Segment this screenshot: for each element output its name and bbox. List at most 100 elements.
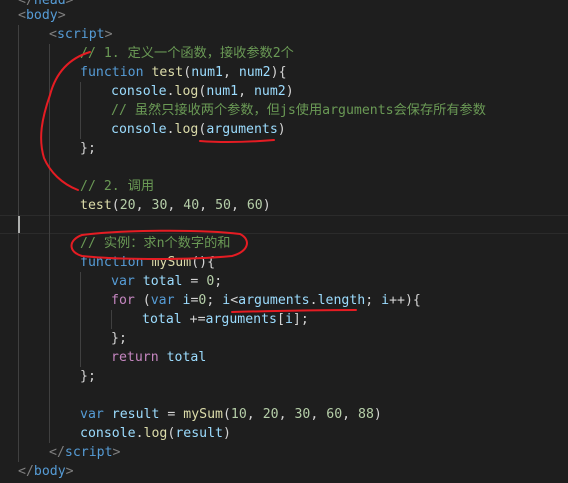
code-token: 50 <box>215 198 231 213</box>
annotation-underline-arguments <box>199 139 275 144</box>
code-token: 88 <box>358 407 374 422</box>
code-editor[interactable]: </head> <body> <script>// 1. 定义一个函数，接收参数2个… <box>0 0 568 483</box>
code-token: var <box>150 293 175 308</box>
code-token: < <box>230 293 239 308</box>
code-token: ; <box>206 293 223 308</box>
code-token: 60 <box>326 407 343 422</box>
code-token: result <box>111 407 160 422</box>
code-token: . <box>166 122 175 137</box>
code-token: num2 <box>253 84 286 99</box>
code-token: (){ <box>191 255 216 270</box>
code-token: // 2. 调用 <box>80 179 155 194</box>
indent-guide <box>111 310 112 329</box>
code-line[interactable]: function mySum(){ <box>80 253 215 272</box>
code-token: 10 <box>230 407 247 422</box>
code-token: test <box>80 198 112 213</box>
code-line[interactable]: for (var i=0; i<arguments.length; i++){ <box>111 291 421 310</box>
code-token: body <box>33 464 66 479</box>
code-token: script <box>64 445 113 460</box>
code-token: mySum <box>183 407 223 422</box>
code-token: > <box>104 27 113 42</box>
indent-guide <box>80 82 81 139</box>
code-line[interactable]: total +=arguments[i]; <box>142 310 309 329</box>
code-line[interactable]: </script> <box>49 443 120 462</box>
code-token: total <box>166 350 207 365</box>
code-token: , <box>238 84 254 99</box>
code-token: [ <box>277 312 285 327</box>
code-line[interactable]: }; <box>80 139 96 158</box>
code-line[interactable]: var total = 0; <box>111 272 222 291</box>
code-line[interactable]: // 虽然只接收两个参数，但js使用arguments会保存所有参数 <box>111 101 486 120</box>
code-token: . <box>135 426 144 441</box>
code-token: i <box>381 293 390 308</box>
code-line[interactable]: console.log(result) <box>80 424 231 443</box>
code-line[interactable]: }; <box>111 329 127 348</box>
code-line[interactable]: // 1. 定义一个函数，接收参数2个 <box>80 44 294 63</box>
code-token: ( <box>222 407 231 422</box>
code-token: function <box>80 255 144 270</box>
code-token: log <box>143 426 168 441</box>
code-token: function <box>80 65 144 80</box>
code-line[interactable]: // 2. 调用 <box>80 177 154 196</box>
code-line[interactable]: return total <box>111 348 206 367</box>
code-token: ( <box>183 65 192 80</box>
code-token: num1 <box>206 84 239 99</box>
code-token: , <box>199 198 216 213</box>
code-token: < <box>18 8 26 23</box>
code-token: mySum <box>151 255 192 270</box>
code-token: num1 <box>191 65 223 80</box>
code-token: ( <box>134 293 151 308</box>
code-token: ++){ <box>389 293 421 308</box>
code-line[interactable]: test(20, 30, 40, 50, 60) <box>80 196 271 215</box>
code-line[interactable]: var result = mySum(10, 20, 30, 60, 88) <box>80 405 382 424</box>
code-token: }; <box>111 331 127 346</box>
code-token: , <box>222 65 239 80</box>
current-line-highlight <box>0 215 568 234</box>
code-token: </ <box>49 445 65 460</box>
code-line[interactable]: </body> <box>18 462 74 481</box>
code-token: for <box>111 293 135 308</box>
code-line[interactable]: // 实例：求n个数字的和 <box>80 234 230 253</box>
code-token: }; <box>80 369 96 384</box>
code-token: console <box>111 84 167 99</box>
code-token: script <box>56 27 105 42</box>
code-line[interactable]: <body> <box>18 6 66 25</box>
code-token: ( <box>111 198 120 213</box>
code-line[interactable]: }; <box>80 367 96 386</box>
code-token: arguments <box>206 122 278 137</box>
code-token: ; <box>365 293 382 308</box>
code-token: . <box>166 84 175 99</box>
code-token: , <box>135 198 152 213</box>
indent-guide <box>18 25 19 462</box>
code-token: // 实例：求n个数字的和 <box>80 236 231 251</box>
code-token: , <box>246 407 263 422</box>
code-line[interactable]: console.log(num1, num2) <box>111 82 294 101</box>
code-token: , <box>167 198 184 213</box>
code-token: 20 <box>119 198 136 213</box>
code-token: += <box>181 312 206 327</box>
code-line[interactable]: <script> <box>49 25 113 44</box>
code-token: log <box>174 84 199 99</box>
code-token: console <box>111 122 167 137</box>
code-token: console <box>80 426 136 441</box>
code-token: ) <box>285 84 294 99</box>
code-token: = <box>159 407 184 422</box>
code-token: , <box>278 407 295 422</box>
code-line[interactable]: function test(num1, num2){ <box>80 63 287 82</box>
code-line[interactable]: console.log(arguments) <box>111 120 286 139</box>
code-token: 30 <box>294 407 311 422</box>
code-token: result <box>175 426 223 441</box>
code-token: return <box>111 350 159 365</box>
code-token: var <box>80 407 104 422</box>
code-token: arguments <box>238 293 310 308</box>
code-token: 60 <box>246 198 263 213</box>
code-token: // 虽然只接收两个参数，但js使用arguments会保存所有参数 <box>111 103 486 118</box>
code-token: > <box>65 464 74 479</box>
code-token: ) <box>222 426 231 441</box>
code-token: arguments <box>205 312 277 327</box>
code-token: test <box>151 65 184 80</box>
